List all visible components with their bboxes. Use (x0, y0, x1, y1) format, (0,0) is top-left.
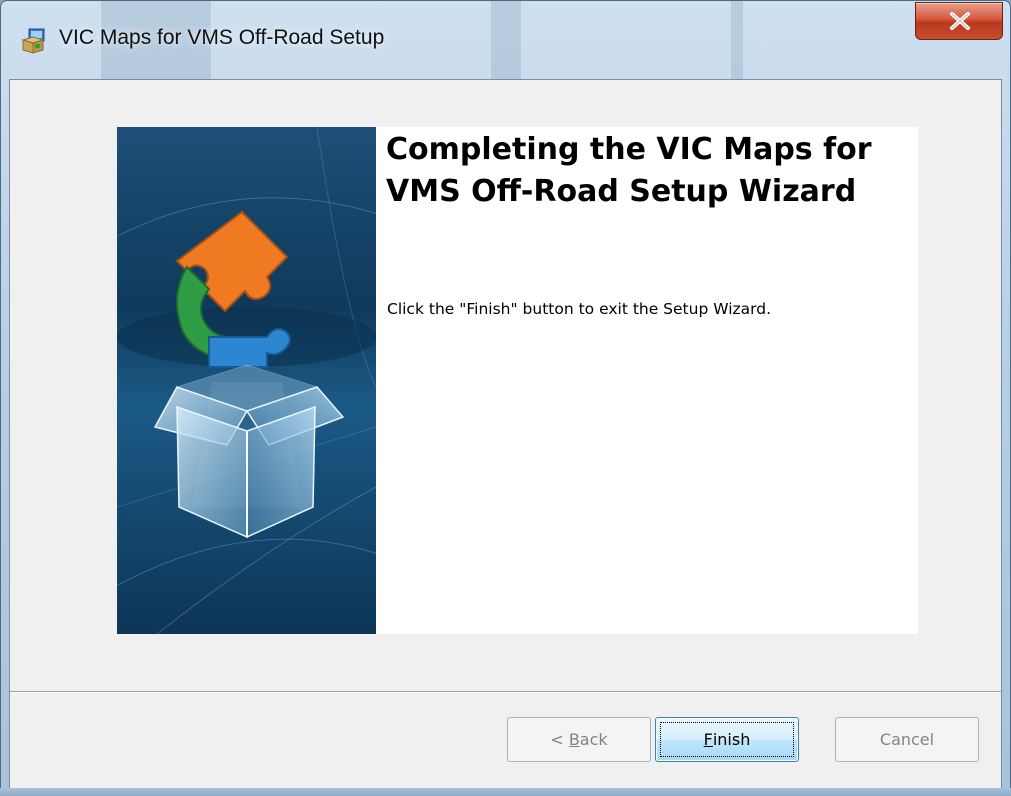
title-bar[interactable]: VIC Maps for VMS Off-Road Setup (1, 1, 1010, 79)
puzzle-box-icon (117, 127, 376, 634)
setup-window: VIC Maps for VMS Off-Road Setup Completi… (0, 0, 1011, 796)
finish-button[interactable]: Finish (655, 717, 799, 762)
window-bottom-border (0, 788, 1011, 796)
background-streak (731, 1, 743, 79)
wizard-client-area: Completing the VIC Maps for VMS Off-Road… (9, 79, 1002, 789)
wizard-message: Click the "Finish" button to exit the Se… (387, 300, 772, 318)
cancel-button[interactable]: Cancel (835, 717, 979, 762)
back-button-label: ack (579, 730, 608, 749)
wizard-banner (117, 127, 376, 634)
button-divider (10, 691, 1001, 693)
back-button[interactable]: < Back (507, 717, 651, 762)
wizard-heading: Completing the VIC Maps for VMS Off-Road… (386, 132, 872, 209)
installer-package-icon[interactable] (21, 28, 47, 54)
background-streak (491, 1, 521, 79)
back-button-prefix: < (550, 730, 569, 749)
close-button[interactable] (915, 2, 1003, 40)
wizard-content-panel: Completing the VIC Maps for VMS Off-Road… (376, 127, 918, 634)
window-title: VIC Maps for VMS Off-Road Setup (59, 26, 385, 49)
close-icon (950, 12, 970, 30)
back-button-mnemonic: B (568, 730, 580, 749)
cancel-button-label: Cancel (879, 730, 935, 749)
focus-rectangle (660, 722, 794, 757)
